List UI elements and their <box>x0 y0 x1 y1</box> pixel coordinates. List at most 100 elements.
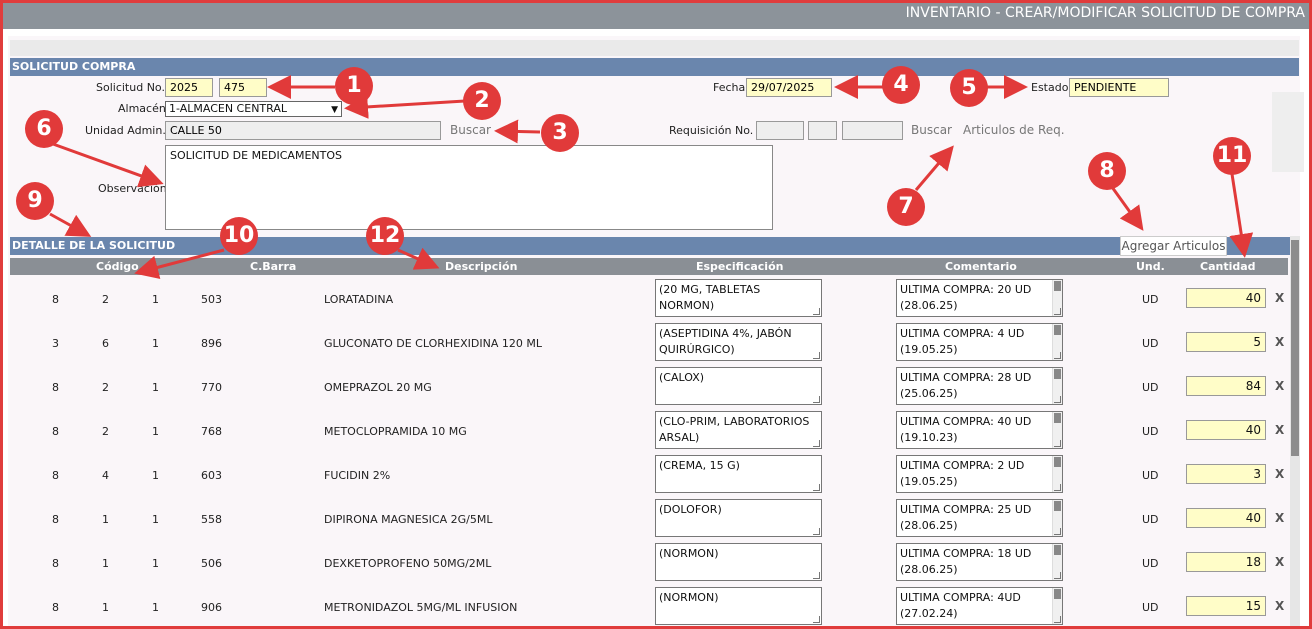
code-1-cell: 8 <box>52 469 59 482</box>
cbarra-cell: 506 <box>201 557 222 570</box>
und-cell: UD <box>1142 513 1159 526</box>
annotation-3: 3 <box>541 114 579 152</box>
comentario-text: ULTIMA COMPRA: 4UD (27.02.24) <box>900 591 1021 620</box>
code-2-cell: 2 <box>102 425 109 438</box>
cantidad-input[interactable]: 40 <box>1186 288 1266 308</box>
requisicion-input-3[interactable] <box>842 121 903 140</box>
delete-row-button[interactable]: X <box>1275 511 1284 525</box>
buscar-unidad-button[interactable]: Buscar <box>450 123 491 137</box>
side-panel <box>1272 92 1304 172</box>
especificacion-textarea[interactable]: (NORMON) <box>655 543 822 581</box>
delete-row-button[interactable]: X <box>1275 379 1284 393</box>
comentario-textarea[interactable]: ULTIMA COMPRA: 18 UD (28.06.25) <box>896 543 1063 581</box>
cantidad-input[interactable]: 18 <box>1186 552 1266 572</box>
comentario-textarea[interactable]: ULTIMA COMPRA: 2 UD (19.05.25) <box>896 455 1063 493</box>
especificacion-textarea[interactable]: (20 MG, TABLETAS NORMON) <box>655 279 822 317</box>
buscar-requisicion-button[interactable]: Buscar <box>911 123 952 137</box>
code-3-cell: 1 <box>152 293 159 306</box>
delete-row-button[interactable]: X <box>1275 555 1284 569</box>
scrollbar-thumb[interactable] <box>1291 240 1299 456</box>
comentario-textarea[interactable]: ULTIMA COMPRA: 25 UD (28.06.25) <box>896 499 1063 537</box>
especificacion-textarea[interactable]: (NORMON) <box>655 587 822 625</box>
und-cell: UD <box>1142 557 1159 570</box>
comentario-scrollbar[interactable] <box>1052 368 1062 404</box>
code-1-cell: 3 <box>52 337 59 350</box>
annotation-11: 11 <box>1213 137 1251 175</box>
cantidad-input[interactable]: 84 <box>1186 376 1266 396</box>
code-2-cell: 1 <box>102 513 109 526</box>
requisicion-input-1[interactable] <box>756 121 804 140</box>
comentario-scrollbar[interactable] <box>1052 544 1062 580</box>
code-3-cell: 1 <box>152 337 159 350</box>
annotation-7: 7 <box>887 188 925 226</box>
cantidad-input[interactable]: 40 <box>1186 508 1266 528</box>
observacion-textarea[interactable]: SOLICITUD DE MEDICAMENTOS <box>165 145 773 230</box>
delete-row-button[interactable]: X <box>1275 423 1284 437</box>
table-scrollbar[interactable] <box>1290 236 1300 626</box>
solicitud-number-input[interactable]: 475 <box>219 78 267 97</box>
especificacion-text: (DOLOFOR) <box>659 503 722 516</box>
cbarra-cell: 770 <box>201 381 222 394</box>
especificacion-text: (CLO-PRIM, LABORATORIOS ARSAL) <box>659 415 810 444</box>
descripcion-cell: DEXKETOPROFENO 50MG/2ML <box>324 557 492 570</box>
descripcion-cell: OMEPRAZOL 20 MG <box>324 381 432 394</box>
comentario-scrollbar[interactable] <box>1052 324 1062 360</box>
especificacion-text: (CALOX) <box>659 371 705 384</box>
comentario-textarea[interactable]: ULTIMA COMPRA: 20 UD (28.06.25) <box>896 279 1063 317</box>
comentario-scrollbar[interactable] <box>1052 412 1062 448</box>
estado-label: Estado <box>1031 81 1069 94</box>
fecha-input[interactable]: 29/07/2025 <box>746 78 832 97</box>
especificacion-textarea[interactable]: (CLO-PRIM, LABORATORIOS ARSAL) <box>655 411 822 449</box>
solicitud-label: Solicitud No. <box>96 81 165 94</box>
descripcion-cell: GLUCONATO DE CLORHEXIDINA 120 ML <box>324 337 542 350</box>
articulos-req-button[interactable]: Articulos de Req. <box>963 123 1065 137</box>
comentario-text: ULTIMA COMPRA: 2 UD (19.05.25) <box>900 459 1025 488</box>
annotation-2: 2 <box>463 82 501 120</box>
code-1-cell: 8 <box>52 293 59 306</box>
delete-row-button[interactable]: X <box>1275 599 1284 613</box>
descripcion-cell: FUCIDIN 2% <box>324 469 391 482</box>
descripcion-cell: METOCLOPRAMIDA 10 MG <box>324 425 467 438</box>
comentario-text: ULTIMA COMPRA: 40 UD (19.10.23) <box>900 415 1032 444</box>
agregar-articulos-button[interactable]: Agregar Articulos <box>1120 236 1227 256</box>
code-3-cell: 1 <box>152 513 159 526</box>
comentario-scrollbar[interactable] <box>1052 456 1062 492</box>
especificacion-textarea[interactable]: (CALOX) <box>655 367 822 405</box>
comentario-scrollbar[interactable] <box>1052 280 1062 316</box>
annotation-5: 5 <box>950 69 988 107</box>
delete-row-button[interactable]: X <box>1275 335 1284 349</box>
col-und: Und. <box>1136 260 1165 273</box>
especificacion-textarea[interactable]: (ASEPTIDINA 4%, JABÓN QUIRÚRGICO) <box>655 323 822 361</box>
especificacion-textarea[interactable]: (CREMA, 15 G) <box>655 455 822 493</box>
comentario-text: ULTIMA COMPRA: 25 UD (28.06.25) <box>900 503 1032 532</box>
col-cantidad: Cantidad <box>1200 260 1256 273</box>
table-row: 3 6 1 896 GLUCONATO DE CLORHEXIDINA 120 ML UD… <box>10 321 1288 365</box>
almacen-select[interactable]: 1-ALMACEN CENTRAL ▼ <box>165 101 342 117</box>
comentario-scrollbar[interactable] <box>1052 500 1062 536</box>
solicitud-year-input[interactable]: 2025 <box>165 78 213 97</box>
especificacion-text: (NORMON) <box>659 547 719 560</box>
cantidad-input[interactable]: 5 <box>1186 332 1266 352</box>
comentario-textarea[interactable]: ULTIMA COMPRA: 28 UD (25.06.25) <box>896 367 1063 405</box>
comentario-scrollbar[interactable] <box>1052 588 1062 624</box>
code-3-cell: 1 <box>152 469 159 482</box>
cantidad-input[interactable]: 40 <box>1186 420 1266 440</box>
delete-row-button[interactable]: X <box>1275 467 1284 481</box>
und-cell: UD <box>1142 601 1159 614</box>
table-row: 8 4 1 603 FUCIDIN 2% UD (CREMA, 15 G) ULTIMA CO… <box>10 453 1288 497</box>
window-title: INVENTARIO - CREAR/MODIFICAR SOLICITUD D… <box>905 5 1305 21</box>
cbarra-cell: 503 <box>201 293 222 306</box>
requisicion-input-2[interactable] <box>808 121 837 140</box>
cantidad-input[interactable]: 3 <box>1186 464 1266 484</box>
comentario-textarea[interactable]: ULTIMA COMPRA: 4 UD (19.05.25) <box>896 323 1063 361</box>
unidad-input[interactable]: CALLE 50 <box>165 121 441 140</box>
col-comentario: Comentario <box>945 260 1017 273</box>
especificacion-textarea[interactable]: (DOLOFOR) <box>655 499 822 537</box>
cantidad-input[interactable]: 15 <box>1186 596 1266 616</box>
comentario-textarea[interactable]: ULTIMA COMPRA: 4UD (27.02.24) <box>896 587 1063 625</box>
annotation-12: 12 <box>366 217 404 255</box>
cbarra-cell: 768 <box>201 425 222 438</box>
comentario-textarea[interactable]: ULTIMA COMPRA: 40 UD (19.10.23) <box>896 411 1063 449</box>
table-row: 8 1 1 558 DIPIRONA MAGNESICA 2G/5ML UD (DOLOFO… <box>10 497 1288 541</box>
delete-row-button[interactable]: X <box>1275 291 1284 305</box>
